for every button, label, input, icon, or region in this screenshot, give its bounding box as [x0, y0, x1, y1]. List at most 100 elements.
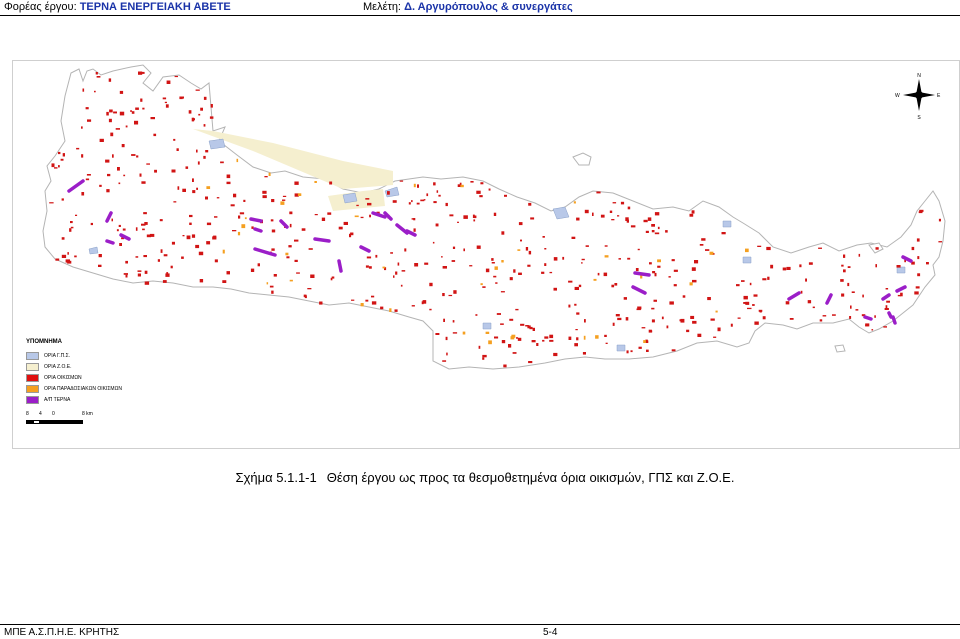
settlement-mark [736, 284, 740, 287]
settlement-mark [636, 308, 641, 311]
settlement-mark [393, 275, 395, 278]
settlement-mark [630, 350, 633, 353]
settlement-mark [584, 319, 586, 323]
settlement-mark [51, 163, 55, 168]
settlement-mark [282, 199, 286, 201]
traditional-settlement-mark [297, 193, 302, 196]
settlement-mark [438, 194, 441, 197]
legend-swatch-wind-farms [26, 395, 39, 404]
settlement-mark [782, 267, 787, 271]
settlement-mark [527, 264, 531, 267]
settlement-mark [162, 97, 167, 100]
settlement-mark [171, 169, 176, 173]
map-canvas: N S E W [42, 64, 946, 370]
traditional-settlement-mark [236, 158, 239, 163]
settlement-mark [805, 278, 807, 282]
settlement-mark [705, 249, 710, 251]
settlement-mark [445, 202, 448, 207]
settlement-mark [387, 191, 390, 195]
legend-label-wind-farms: Α/Π ΤΕΡΝΑ [44, 396, 71, 403]
settlement-mark [938, 241, 943, 243]
settlement-mark [691, 210, 695, 214]
settlement-mark [177, 186, 180, 190]
settlement-mark [417, 184, 419, 188]
settlement-mark [55, 258, 60, 261]
settlement-mark [576, 217, 580, 221]
scale-seg-1 [26, 420, 33, 424]
settlement-mark [568, 336, 572, 340]
settlement-mark [271, 229, 276, 233]
settlement-mark [137, 273, 141, 277]
settlement-mark [142, 107, 145, 110]
settlement-mark [220, 161, 224, 164]
settlement-mark [485, 268, 490, 273]
settlement-mark [819, 319, 823, 322]
traditional-settlement-mark [715, 310, 718, 313]
settlement-mark [749, 282, 752, 286]
settlement-mark [413, 228, 416, 232]
settlement-mark [222, 280, 227, 283]
settlement-mark [205, 196, 208, 200]
legend-title: ΥΠΟΜΝΗΜΑ [26, 339, 62, 345]
settlement-mark [463, 248, 465, 252]
settlement-mark [294, 181, 299, 185]
settlement-mark [191, 117, 195, 122]
settlement-mark [199, 279, 204, 283]
settlement-mark [319, 301, 323, 305]
settlement-mark [469, 265, 473, 267]
settlement-mark [130, 110, 132, 112]
settlement-mark [574, 286, 579, 290]
settlement-mark [85, 178, 90, 181]
settlement-mark [239, 212, 245, 215]
settlement-mark [516, 337, 519, 339]
settlement-mark [123, 174, 126, 177]
settlement-mark [109, 109, 113, 113]
settlement-mark [188, 110, 192, 114]
settlement-mark [144, 281, 150, 285]
settlement-mark [366, 256, 372, 259]
settlement-mark [692, 279, 697, 283]
settlement-mark [401, 270, 406, 272]
settlement-mark [327, 212, 332, 215]
settlement-mark [70, 221, 73, 224]
settlement-mark [123, 273, 128, 275]
figure-caption: Σχήμα 5.1.1-1 Θέση έργου ως προς τα θεσμο… [0, 470, 960, 485]
settlement-mark [116, 229, 119, 232]
traditional-settlement-mark [583, 335, 586, 340]
settlement-mark [518, 272, 522, 275]
settlement-mark [159, 219, 163, 222]
scale-seg-4 [53, 420, 83, 424]
settlement-mark [641, 327, 646, 329]
settlement-mark [125, 125, 128, 128]
settlement-mark [513, 269, 516, 273]
islet-dia [572, 152, 592, 166]
settlement-mark [692, 320, 697, 324]
settlement-mark [741, 280, 745, 282]
settlement-mark [544, 336, 549, 339]
settlement-mark [669, 301, 674, 305]
settlement-mark [574, 303, 577, 306]
settlement-mark [106, 111, 109, 116]
settlement-mark [553, 352, 558, 357]
settlement-mark [707, 297, 711, 301]
traditional-settlement-mark [573, 201, 576, 204]
settlement-mark [576, 337, 579, 341]
settlement-mark [307, 288, 312, 290]
settlement-mark [549, 334, 554, 339]
settlement-mark [135, 107, 139, 110]
settlement-mark [745, 301, 750, 305]
settlement-mark [647, 217, 652, 221]
traditional-settlement-mark [501, 260, 504, 263]
settlement-mark [150, 234, 153, 237]
settlement-mark [847, 266, 851, 268]
settlement-mark [770, 264, 774, 269]
settlement-mark [121, 144, 125, 148]
settlement-mark [847, 282, 850, 287]
settlement-mark [270, 219, 274, 222]
settlement-mark [67, 252, 69, 255]
settlement-mark [470, 181, 474, 183]
settlement-mark [883, 326, 887, 328]
settlement-mark [875, 264, 877, 268]
settlement-mark [691, 267, 696, 271]
settlement-mark [61, 198, 64, 201]
